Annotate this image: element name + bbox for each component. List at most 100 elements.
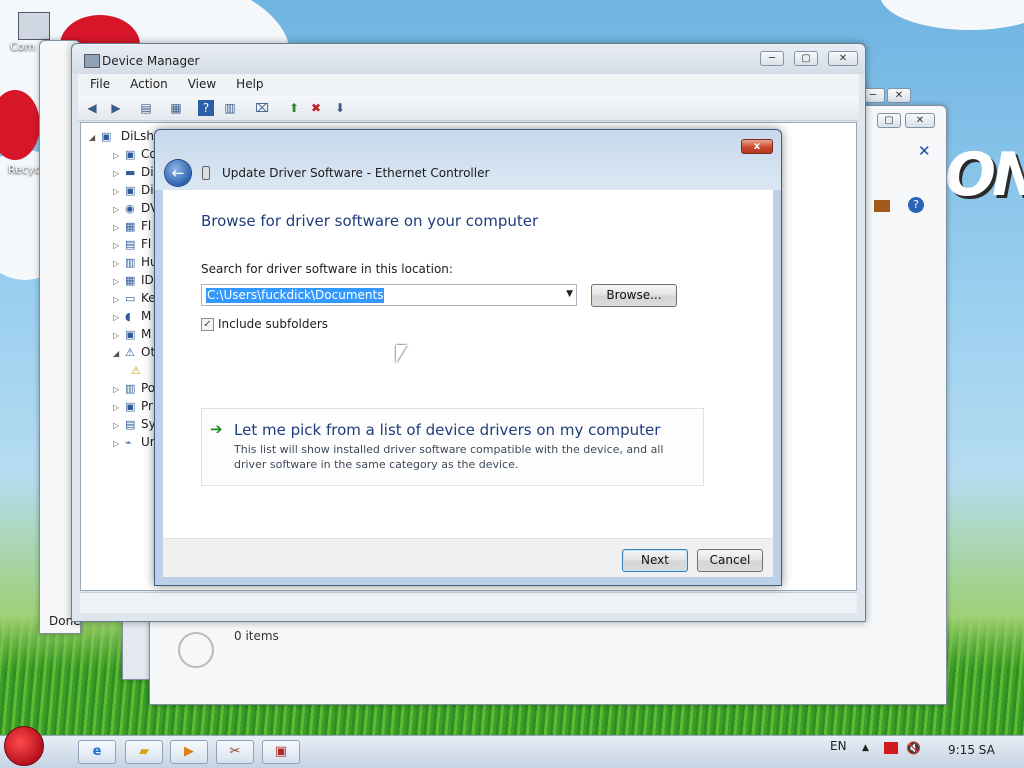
taskbar-folder[interactable]: ▰ — [125, 740, 163, 764]
dialog-footer: Next Cancel — [163, 538, 773, 577]
tree-item[interactable]: ▷ ▥ Po — [113, 381, 155, 399]
status-bar — [80, 592, 857, 613]
scan-hardware-icon[interactable]: ⌧ — [254, 100, 270, 116]
help-icon[interactable]: ? — [908, 197, 924, 213]
floppy-drive-icon: ▤ — [125, 238, 136, 251]
tree-item[interactable]: ▷ ▬ Di — [113, 165, 154, 183]
maximize-button[interactable]: ▢ — [877, 113, 901, 128]
disable-device-icon[interactable]: ⬇ — [332, 100, 348, 116]
folder-icon[interactable] — [874, 200, 890, 212]
usb-icon: ⌁ — [125, 436, 132, 449]
driver-path-combobox[interactable]: C:\Users\fuckdick\Documents ▼ — [201, 284, 577, 306]
tree-root[interactable]: ◢ ▣ DiLsh — [89, 129, 154, 147]
expand-arrow-icon[interactable]: ▷ — [113, 187, 125, 196]
collapse-arrow-icon[interactable]: ◢ — [113, 349, 125, 358]
next-button[interactable]: Next — [622, 549, 688, 572]
tree-item-label: Di — [141, 183, 154, 197]
window-title: Device Manager — [102, 54, 200, 68]
tree-item[interactable]: ▷ ◉ DV — [113, 201, 158, 219]
action-pane-icon[interactable]: ▥ — [222, 100, 238, 116]
minimize-button[interactable]: ─ — [760, 51, 784, 66]
expand-arrow-icon[interactable]: ▷ — [113, 439, 125, 448]
expand-arrow-icon[interactable]: ▷ — [113, 151, 125, 160]
taskbar-program[interactable]: ✂ — [216, 740, 254, 764]
expand-arrow-icon[interactable]: ▷ — [113, 205, 125, 214]
wallpaper-cloud — [880, 0, 1024, 30]
chevron-down-icon[interactable]: ▼ — [566, 289, 573, 299]
close-button[interactable]: ✕ — [828, 51, 858, 66]
hid-icon: ▥ — [125, 256, 136, 269]
update-driver-icon[interactable]: ⬆ — [286, 100, 302, 116]
back-arrow-icon[interactable]: ← — [165, 160, 191, 186]
driver-path-value[interactable]: C:\Users\fuckdick\Documents — [206, 288, 385, 303]
expand-arrow-icon[interactable]: ▷ — [113, 259, 125, 268]
help-icon[interactable]: ? — [198, 100, 214, 116]
expand-arrow-icon[interactable]: ▷ — [113, 403, 125, 412]
menu-file[interactable]: File — [78, 74, 118, 91]
expand-arrow-icon[interactable]: ▷ — [113, 385, 125, 394]
pick-from-list-command-link[interactable]: ➔ Let me pick from a list of device driv… — [201, 408, 704, 486]
maximize-button[interactable]: ▢ — [794, 51, 818, 66]
dialog-body: Browse for driver software on your compu… — [163, 190, 773, 539]
expand-arrow-icon[interactable]: ▷ — [113, 277, 125, 286]
console-tree-icon[interactable]: ▤ — [138, 100, 154, 116]
disk-drive-icon: ▬ — [125, 166, 136, 179]
close-icon[interactable]: ✕ — [918, 142, 931, 160]
tree-item[interactable]: ▷ ◖ M — [113, 309, 151, 327]
menu-action[interactable]: Action — [118, 74, 176, 91]
tree-item[interactable]: ▷ ▣ M — [113, 327, 151, 345]
include-subfolders-label[interactable]: Include subfolders — [218, 317, 328, 331]
uninstall-icon[interactable]: ✖ — [308, 100, 324, 116]
language-indicator[interactable]: EN — [830, 739, 847, 753]
tree-item[interactable]: ▷ ▤ Fl — [113, 237, 151, 255]
expand-arrow-icon[interactable]: ▷ — [113, 421, 125, 430]
expand-arrow-icon[interactable]: ▷ — [113, 295, 125, 304]
clock[interactable]: 9:15 SA — [948, 743, 995, 757]
expand-arrow-icon[interactable]: ▷ — [113, 313, 125, 322]
show-hidden-icons-icon[interactable]: ▲ — [862, 743, 869, 753]
desktop-icon-computer-label: Com — [10, 40, 36, 53]
menu-view[interactable]: View — [176, 74, 224, 91]
network-icon[interactable] — [884, 742, 898, 754]
tree-item[interactable]: ▷ ▦ Fl — [113, 219, 151, 237]
tree-item-selected[interactable]: ⚠ — [131, 363, 147, 381]
expand-arrow-icon[interactable]: ▷ — [113, 223, 125, 232]
taskbar-internet-explorer[interactable]: e — [78, 740, 116, 764]
taskbar-device-manager[interactable]: ▣ — [262, 740, 300, 764]
back-arrow-icon[interactable]: ◀ — [84, 100, 100, 116]
tree-item[interactable]: ▷ ▣ Di — [113, 183, 154, 201]
collapse-arrow-icon[interactable]: ◢ — [89, 133, 101, 142]
tree-item[interactable]: ▷ ▣ Pr — [113, 399, 153, 417]
properties-icon[interactable]: ▦ — [168, 100, 184, 116]
menu-bar: File Action View Help — [78, 74, 859, 96]
empty-folder-icon — [178, 632, 214, 668]
dialog-header[interactable] — [155, 130, 781, 190]
update-driver-dialog[interactable]: x ← Update Driver Software - Ethernet Co… — [154, 129, 782, 586]
tree-item[interactable]: ▷ ▣ Co — [113, 147, 157, 165]
start-button[interactable] — [4, 726, 44, 766]
toolbar: ◀ ▶ ▤ ▦ ? ▥ ⌧ ⬆ ✖ ⬇ — [78, 96, 859, 121]
tree-item[interactable]: ▷ ▭ Ke — [113, 291, 156, 309]
volume-muted-icon[interactable]: 🔇 — [906, 741, 921, 755]
expand-arrow-icon[interactable]: ▷ — [113, 169, 125, 178]
tree-item[interactable]: ◢ ⚠ Ot — [113, 345, 155, 363]
tree-item-label: M — [141, 327, 152, 341]
close-button[interactable]: ✕ — [905, 113, 935, 128]
close-button[interactable]: ✕ — [887, 88, 911, 103]
tree-item[interactable]: ▷ ▥ Hu — [113, 255, 158, 273]
computer-icon: ▣ — [101, 130, 112, 143]
tree-item[interactable]: ▷ ▤ Sy — [113, 417, 156, 435]
search-location-label: Search for driver software in this locat… — [201, 262, 453, 276]
include-subfolders-checkbox[interactable]: ✓ — [201, 318, 214, 331]
expand-arrow-icon[interactable]: ▷ — [113, 331, 125, 340]
tree-item[interactable]: ▷ ▦ ID — [113, 273, 154, 291]
browse-button[interactable]: Browse... — [591, 284, 677, 307]
forward-arrow-icon[interactable]: ▶ — [108, 100, 124, 116]
menu-help[interactable]: Help — [224, 74, 271, 91]
close-button[interactable]: x — [741, 139, 773, 154]
tree-item[interactable]: ▷ ⌁ Ur — [113, 435, 155, 453]
cancel-button[interactable]: Cancel — [697, 549, 763, 572]
pick-from-list-description: This list will show installed driver sof… — [234, 443, 664, 471]
taskbar-media-player[interactable]: ▶ — [170, 740, 208, 764]
expand-arrow-icon[interactable]: ▷ — [113, 241, 125, 250]
